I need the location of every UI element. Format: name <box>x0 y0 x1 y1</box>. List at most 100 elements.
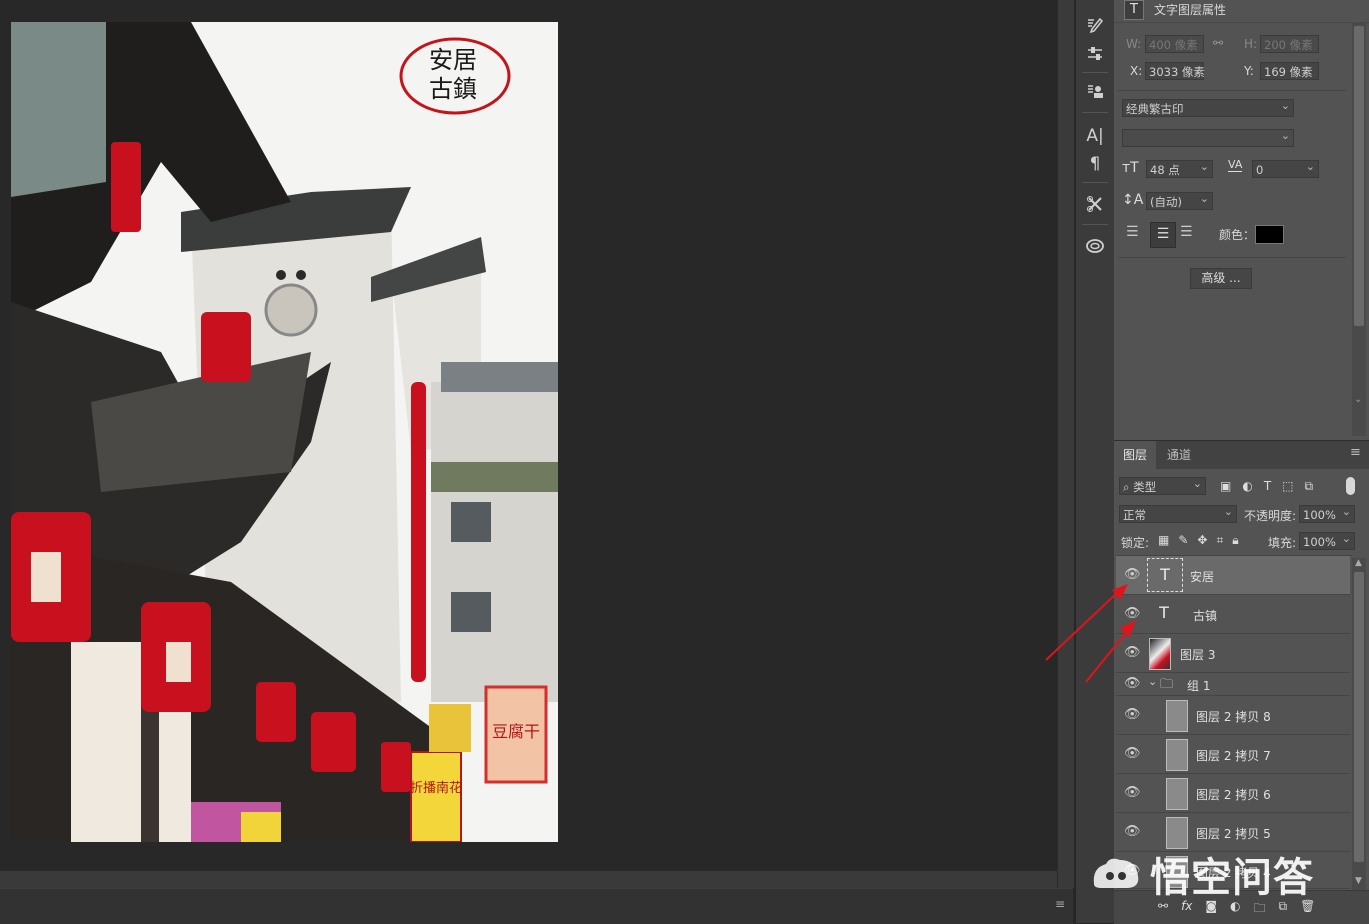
fill-field[interactable]: 100% <box>1299 530 1355 550</box>
align-right-icon[interactable]: ☰ <box>1180 224 1202 244</box>
watermark: 悟空问答 <box>1090 848 1350 901</box>
leading-select[interactable]: (自动) <box>1146 190 1213 210</box>
text-layer-thumb-icon: T <box>1159 603 1169 622</box>
tool-presets-icon[interactable] <box>1081 192 1109 216</box>
x-label: X: <box>1130 64 1143 78</box>
y-field[interactable]: 169 像素 <box>1260 62 1319 80</box>
ancient-town-photo: 豆腐干 折播南花 安居 古鎮 <box>11 22 558 842</box>
w-label: W: <box>1126 37 1142 51</box>
opacity-label: 不透明度: <box>1244 509 1297 523</box>
layer-row-layer3[interactable]: 👁︎ 图层 3 <box>1116 634 1350 673</box>
banner-text-2: 折播南花 <box>410 780 462 796</box>
layer-name: 图层 2 拷贝 8 <box>1196 710 1271 724</box>
image-layer-thumb <box>1149 638 1171 670</box>
layer-name: 安居 <box>1190 570 1215 584</box>
filter-toggle[interactable] <box>1346 477 1355 495</box>
layer-filter-select[interactable]: ⌕ 类型 <box>1119 475 1206 495</box>
h-field[interactable]: 200 像素 <box>1260 35 1319 53</box>
layer-row-copy6[interactable]: 👁︎ 图层 2 拷贝 6 <box>1116 774 1350 813</box>
tab-layers[interactable]: 图层 <box>1114 441 1157 469</box>
properties-scrollbar[interactable]: ⌄ <box>1352 22 1366 436</box>
image-layer-thumb <box>1166 739 1188 771</box>
layer-row-copy7[interactable]: 👁︎ 图层 2 拷贝 7 <box>1116 735 1350 774</box>
panel-menu-icon[interactable]: ≡ <box>1350 445 1361 460</box>
layer-row-group1[interactable]: 👁︎ ⌄ 🗀 组 1 <box>1116 673 1350 696</box>
visibility-eye-icon[interactable]: 👁︎ <box>1124 825 1141 839</box>
w-field[interactable]: 400 像素 <box>1145 35 1204 53</box>
font-style-select[interactable] <box>1122 127 1294 147</box>
color-label: 颜色： <box>1219 228 1256 242</box>
layer-name: 组 1 <box>1187 679 1211 693</box>
color-swatch[interactable] <box>1255 225 1284 244</box>
lock-label: 锁定: <box>1121 536 1150 550</box>
visibility-eye-icon[interactable]: 👁︎ <box>1124 747 1141 761</box>
document-canvas[interactable]: 豆腐干 折播南花 安居 古鎮 <box>11 22 558 842</box>
layer-row-guzhen[interactable]: 👁︎ T 古镇 <box>1116 595 1350 634</box>
y-label: Y: <box>1244 64 1254 78</box>
link-icon[interactable]: ⚯ <box>1213 36 1223 50</box>
layer-name: 图层 2 拷贝 6 <box>1196 788 1271 802</box>
image-layer-thumb <box>1166 700 1188 732</box>
annotation-arrows <box>1045 584 1136 683</box>
banner-text-1: 豆腐干 <box>492 722 540 741</box>
image-layer-thumb <box>1166 778 1188 810</box>
folder-icon: 🗀 <box>1160 677 1174 692</box>
layer-row-copy8[interactable]: 👁︎ 图层 2 拷贝 8 <box>1116 696 1350 735</box>
lock-transparent-icon[interactable]: ▦ <box>1158 533 1169 548</box>
layer-name: 图层 2 拷贝 7 <box>1196 749 1271 763</box>
lock-image-icon[interactable]: ✎ <box>1178 533 1188 548</box>
canvas-horizontal-scrollbar[interactable] <box>0 870 1057 889</box>
tracking-select[interactable]: 0 <box>1252 158 1319 178</box>
tracking-icon: VA <box>1228 158 1243 172</box>
layers-scrollbar[interactable]: ▲ ▼ <box>1352 558 1366 890</box>
layer-name: 古镇 <box>1193 609 1218 623</box>
filter-type-icon[interactable]: T <box>1264 479 1271 494</box>
blend-mode-select[interactable]: 正常 <box>1119 503 1237 523</box>
filter-shape-icon[interactable]: ⬚ <box>1282 479 1293 494</box>
stamp-text-line1[interactable]: 安居 <box>429 46 477 74</box>
layer-filter-label: 类型 <box>1133 480 1157 494</box>
clone-source-icon[interactable] <box>1081 80 1109 104</box>
visibility-eye-icon[interactable]: 👁︎ <box>1124 708 1141 722</box>
fill-label: 填充: <box>1268 536 1297 550</box>
opacity-field[interactable]: 100% <box>1299 503 1355 523</box>
tab-channels[interactable]: 通道 <box>1158 441 1200 469</box>
leading-icon: ↕A <box>1122 192 1144 208</box>
font-family-select[interactable]: 经典繁古印 <box>1122 97 1294 117</box>
lock-artboard-icon[interactable]: ⌗ <box>1216 533 1223 548</box>
libraries-icon[interactable] <box>1081 234 1109 258</box>
wukong-logo-icon <box>1093 858 1139 888</box>
bar-menu-icon[interactable]: ≡ <box>1055 897 1065 911</box>
h-label: H: <box>1244 37 1258 51</box>
visibility-eye-icon[interactable]: 👁︎ <box>1124 786 1141 800</box>
layer-name: 图层 2 拷贝 5 <box>1196 827 1271 841</box>
watermark-text: 悟空问答 <box>1150 855 1314 901</box>
filter-pixel-icon[interactable]: ▣ <box>1220 479 1231 494</box>
character-panel-icon[interactable]: A| <box>1081 124 1109 148</box>
panel-toolstrip: A| ¶ <box>1075 0 1115 923</box>
align-left-icon[interactable]: ☰ <box>1126 224 1148 244</box>
filter-smart-object-icon[interactable]: ⧉ <box>1305 479 1314 494</box>
text-layer-icon: T <box>1124 0 1144 20</box>
layer-name: 图层 3 <box>1180 648 1216 662</box>
layers-panel-tabs: 图层 通道 ≡ <box>1114 440 1369 469</box>
font-size-icon: ᴛT <box>1122 160 1139 176</box>
align-center-icon[interactable]: ☰ <box>1150 222 1176 248</box>
x-field[interactable]: 3033 像素 <box>1145 62 1205 80</box>
adjustments-icon[interactable] <box>1081 42 1109 66</box>
brush-preset-icon[interactable] <box>1081 14 1109 38</box>
search-icon: ⌕ <box>1123 480 1130 494</box>
text-layer-thumb-icon: T <box>1147 558 1183 592</box>
bottom-status-bar: ≡ <box>0 888 1073 924</box>
lock-position-icon[interactable]: ✥ <box>1197 533 1207 548</box>
canvas-vertical-scrollbar[interactable] <box>1057 0 1074 888</box>
lock-all-icon[interactable]: 🔒︎ <box>1232 533 1238 548</box>
paragraph-panel-icon[interactable]: ¶ <box>1081 152 1109 176</box>
layer-row-anju[interactable]: 👁︎ T 安居 <box>1116 556 1350 595</box>
properties-header: T 文字图层属性 <box>1114 0 1369 23</box>
properties-title: 文字图层属性 <box>1154 3 1227 17</box>
font-size-select[interactable]: 48 点 <box>1146 158 1213 178</box>
advanced-button[interactable]: 高级 ... <box>1190 268 1252 289</box>
filter-adjustment-icon[interactable]: ◐ <box>1242 479 1252 494</box>
stamp-text-line2[interactable]: 古鎮 <box>429 75 477 103</box>
